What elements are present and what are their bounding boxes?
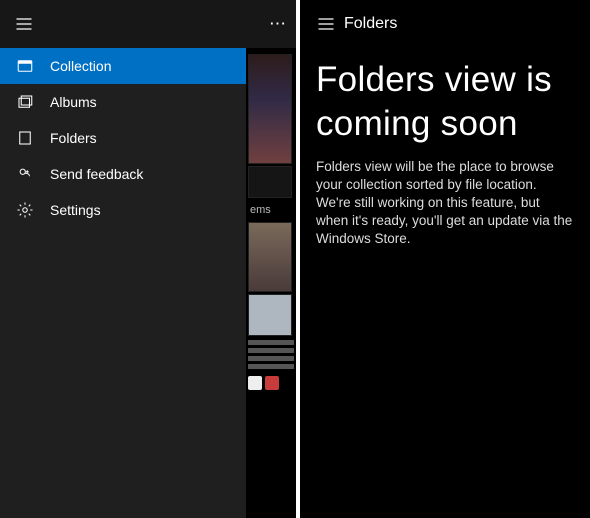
sidebar-item-feedback[interactable]: Send feedback bbox=[0, 156, 246, 192]
body-text: Folders view will be the place to browse… bbox=[316, 158, 574, 249]
sidebar-item-label: Send feedback bbox=[50, 166, 143, 182]
thumbnail[interactable] bbox=[248, 222, 292, 292]
feedback-icon bbox=[14, 163, 36, 185]
thumbnail-row bbox=[246, 372, 296, 390]
thumbnail-bars bbox=[246, 338, 296, 369]
hamburger-icon bbox=[14, 14, 34, 34]
more-button[interactable]: ⋯ bbox=[260, 0, 296, 48]
sidebar-item-settings[interactable]: Settings bbox=[0, 192, 246, 228]
photos-app-right: Folders Folders view is coming soon Fold… bbox=[300, 0, 590, 518]
ellipsis-icon: ⋯ bbox=[269, 14, 287, 34]
thumbnail[interactable] bbox=[248, 166, 292, 198]
hamburger-button[interactable] bbox=[308, 0, 344, 48]
hamburger-icon bbox=[316, 14, 336, 34]
headline: Folders view is coming soon bbox=[316, 58, 574, 146]
left-topbar: ⋯ bbox=[0, 0, 296, 48]
sidebar-item-collection[interactable]: Collection bbox=[0, 48, 246, 84]
folders-icon bbox=[14, 127, 36, 149]
sidebar: Collection Albums Folders Send feedback bbox=[0, 48, 246, 518]
content-peek: ems bbox=[246, 48, 296, 518]
sidebar-item-albums[interactable]: Albums bbox=[0, 84, 246, 120]
thumbnail[interactable] bbox=[248, 294, 292, 336]
peek-label: ems bbox=[246, 200, 296, 220]
sidebar-item-label: Folders bbox=[50, 130, 97, 146]
collection-icon bbox=[14, 55, 36, 77]
photos-app-left: ⋯ Collection Albums Folders Send bbox=[0, 0, 296, 518]
sidebar-item-label: Settings bbox=[50, 202, 101, 218]
thumbnail[interactable] bbox=[248, 54, 292, 164]
sidebar-item-label: Collection bbox=[50, 58, 111, 74]
page-title: Folders bbox=[344, 15, 397, 33]
albums-icon bbox=[14, 91, 36, 113]
sidebar-item-label: Albums bbox=[50, 94, 97, 110]
hamburger-button[interactable] bbox=[0, 0, 48, 48]
right-body: Folders view is coming soon Folders view… bbox=[300, 48, 590, 249]
app-divider bbox=[296, 0, 300, 518]
right-topbar: Folders bbox=[300, 0, 590, 48]
settings-icon bbox=[14, 199, 36, 221]
sidebar-item-folders[interactable]: Folders bbox=[0, 120, 246, 156]
